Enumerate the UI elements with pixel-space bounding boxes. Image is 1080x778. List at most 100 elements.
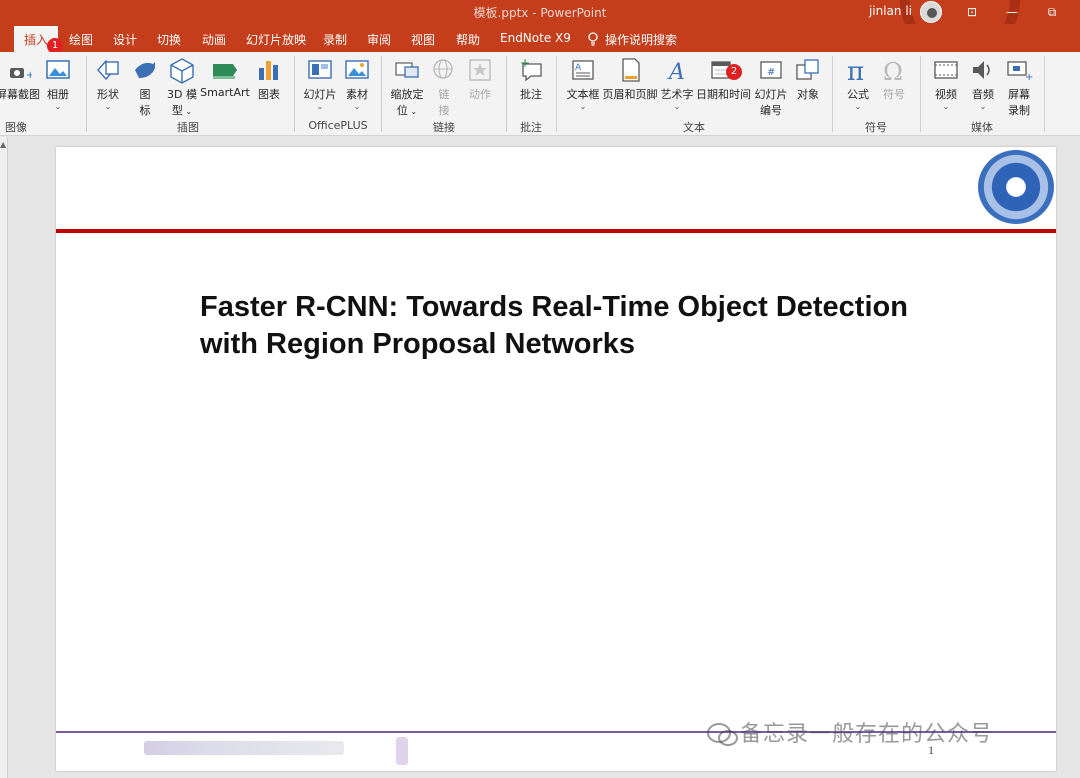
action-button[interactable]: 动作: [464, 56, 496, 102]
audio-label: 音频: [972, 88, 994, 101]
wordart-icon: A: [667, 60, 685, 84]
chevron-down-icon: ⌄: [104, 102, 112, 111]
group-divider: [920, 56, 921, 132]
user-name[interactable]: jinlan li: [869, 4, 912, 18]
title-bar: 模板.pptx - PowerPoint jinlan li ⊡ — ⧉: [0, 0, 1080, 60]
ribbon: + 屏幕截图 相册 ⌄ 图像 形状 ⌄ 图 标 3D 模 型 ⌄ SmartAr…: [0, 52, 1080, 136]
group-label-links: 链接: [433, 121, 455, 134]
slide-thumbnail-pane[interactable]: [0, 137, 8, 778]
symbol-button[interactable]: Ω 符号: [878, 56, 910, 102]
officeplus-materials-label: 素材: [346, 88, 368, 101]
video-label: 视频: [935, 88, 957, 101]
header-footer-icon: [622, 58, 640, 82]
star-action-icon: [469, 59, 491, 81]
ribbon-display-options-icon[interactable]: ⊡: [962, 2, 982, 22]
smartart-icon: [213, 64, 237, 79]
svg-text:A: A: [575, 63, 582, 73]
zoom-label-line2: 位: [396, 104, 408, 117]
slide-number-label-line2: 编号: [760, 104, 782, 117]
tab-help[interactable]: 帮助: [456, 31, 480, 48]
university-logo: [978, 150, 1054, 224]
minimize-icon[interactable]: —: [1002, 2, 1022, 22]
link-label-line2: 接: [438, 104, 450, 117]
avatar[interactable]: [920, 1, 942, 23]
svg-text:Ω: Ω: [883, 58, 903, 84]
3d-models-button[interactable]: 3D 模 型 ⌄: [165, 56, 199, 118]
date-time-button[interactable]: 日期和时间: [696, 56, 751, 102]
group-label-comments: 批注: [520, 121, 542, 134]
restore-icon[interactable]: ⧉: [1042, 2, 1062, 22]
slide-title[interactable]: Faster R-CNN: Towards Real-Time Object D…: [200, 289, 960, 363]
speaker-icon: [973, 61, 990, 79]
group-divider: [506, 56, 507, 132]
shapes-label: 形状: [97, 88, 119, 101]
chart-button[interactable]: 图表: [254, 56, 284, 102]
document-title: 模板.pptx - PowerPoint: [473, 6, 607, 20]
screen-record-icon: +: [1007, 61, 1033, 83]
slide-title-line2: with Region Proposal Networks: [200, 328, 636, 360]
svg-text:+: +: [1025, 72, 1033, 83]
slide-number-label-line1: 幻灯片: [754, 88, 788, 101]
group-label-symbols: 符号: [865, 121, 887, 134]
header-footer-label: 页眉和页脚: [602, 88, 658, 101]
svg-text:+: +: [520, 56, 530, 70]
new-comment-button[interactable]: + 批注: [514, 56, 548, 102]
lightbulb-icon: [588, 32, 598, 46]
film-icon: [934, 61, 958, 79]
video-button[interactable]: 视频 ⌄: [930, 56, 962, 111]
3d-models-label-line2: 型: [171, 104, 183, 117]
bar-chart-icon: [259, 61, 278, 80]
chevron-down-icon: ⌄: [979, 102, 987, 111]
icons-label-line1: 图: [139, 88, 151, 101]
footer-blurred-text: [144, 741, 344, 755]
wordart-button[interactable]: A 艺术字 ⌄: [659, 56, 695, 111]
tab-record[interactable]: 录制: [323, 31, 347, 48]
group-divider: [381, 56, 382, 132]
tab-draw[interactable]: 绘图: [69, 31, 93, 48]
object-button[interactable]: 对象: [793, 56, 823, 102]
equation-button[interactable]: π 公式 ⌄: [842, 56, 874, 111]
tab-animations[interactable]: 动画: [202, 31, 226, 48]
chevron-down-icon: ⌄: [407, 107, 418, 116]
tab-review[interactable]: 审阅: [367, 31, 391, 48]
svg-text:A: A: [667, 60, 685, 84]
audio-button[interactable]: 音频 ⌄: [968, 56, 998, 111]
screenshot-button[interactable]: + 屏幕截图: [0, 56, 40, 102]
svg-text:+: +: [26, 70, 32, 81]
tab-endnote[interactable]: EndNote X9: [500, 31, 571, 45]
icons-button[interactable]: 图 标: [130, 56, 160, 118]
omega-icon: Ω: [883, 58, 903, 84]
tab-transitions[interactable]: 切换: [157, 31, 181, 48]
shapes-button[interactable]: 形状 ⌄: [92, 56, 124, 111]
screen-recording-button[interactable]: + 屏幕 录制: [1004, 56, 1034, 118]
camera-icon: +: [10, 68, 32, 81]
slide-number-button[interactable]: # 幻灯片 编号: [752, 56, 790, 118]
svg-text:π: π: [847, 57, 864, 84]
photo-album-button[interactable]: 相册 ⌄: [42, 56, 74, 111]
officeplus-materials-button[interactable]: 素材 ⌄: [342, 56, 372, 111]
textbox-button[interactable]: A 文本框 ⌄: [564, 56, 602, 111]
tab-view[interactable]: 视图: [411, 31, 435, 48]
cube-icon: [170, 58, 194, 84]
group-divider: [1044, 56, 1045, 132]
tab-slideshow[interactable]: 幻灯片放映: [246, 31, 306, 48]
tell-me-label: 操作说明搜索: [605, 33, 678, 47]
tab-design[interactable]: 设计: [113, 31, 137, 48]
link-button[interactable]: 链 接: [430, 56, 458, 118]
officeplus-slides-button[interactable]: 幻灯片 ⌄: [302, 56, 338, 111]
header-footer-button[interactable]: 页眉和页脚: [602, 56, 658, 102]
scroll-up-icon[interactable]: ▲: [0, 140, 6, 149]
chevron-down-icon: ⌄: [353, 102, 361, 111]
chevron-down-icon: ⌄: [579, 102, 587, 111]
smartart-button[interactable]: SmartArt: [200, 56, 250, 99]
tell-me-search[interactable]: 操作说明搜索: [587, 31, 677, 48]
picture-icon: [345, 60, 369, 79]
pi-icon: π: [847, 57, 864, 84]
slide-number-icon: #: [760, 61, 782, 79]
3d-models-label-line1: 3D 模: [167, 88, 197, 101]
wordart-label: 艺术字: [660, 88, 694, 101]
smartart-label: SmartArt: [200, 86, 250, 99]
slide-canvas[interactable]: Faster R-CNN: Towards Real-Time Object D…: [56, 147, 1056, 771]
date-time-label: 日期和时间: [696, 88, 751, 101]
zoom-button[interactable]: 缩放定 位 ⌄: [388, 56, 426, 118]
